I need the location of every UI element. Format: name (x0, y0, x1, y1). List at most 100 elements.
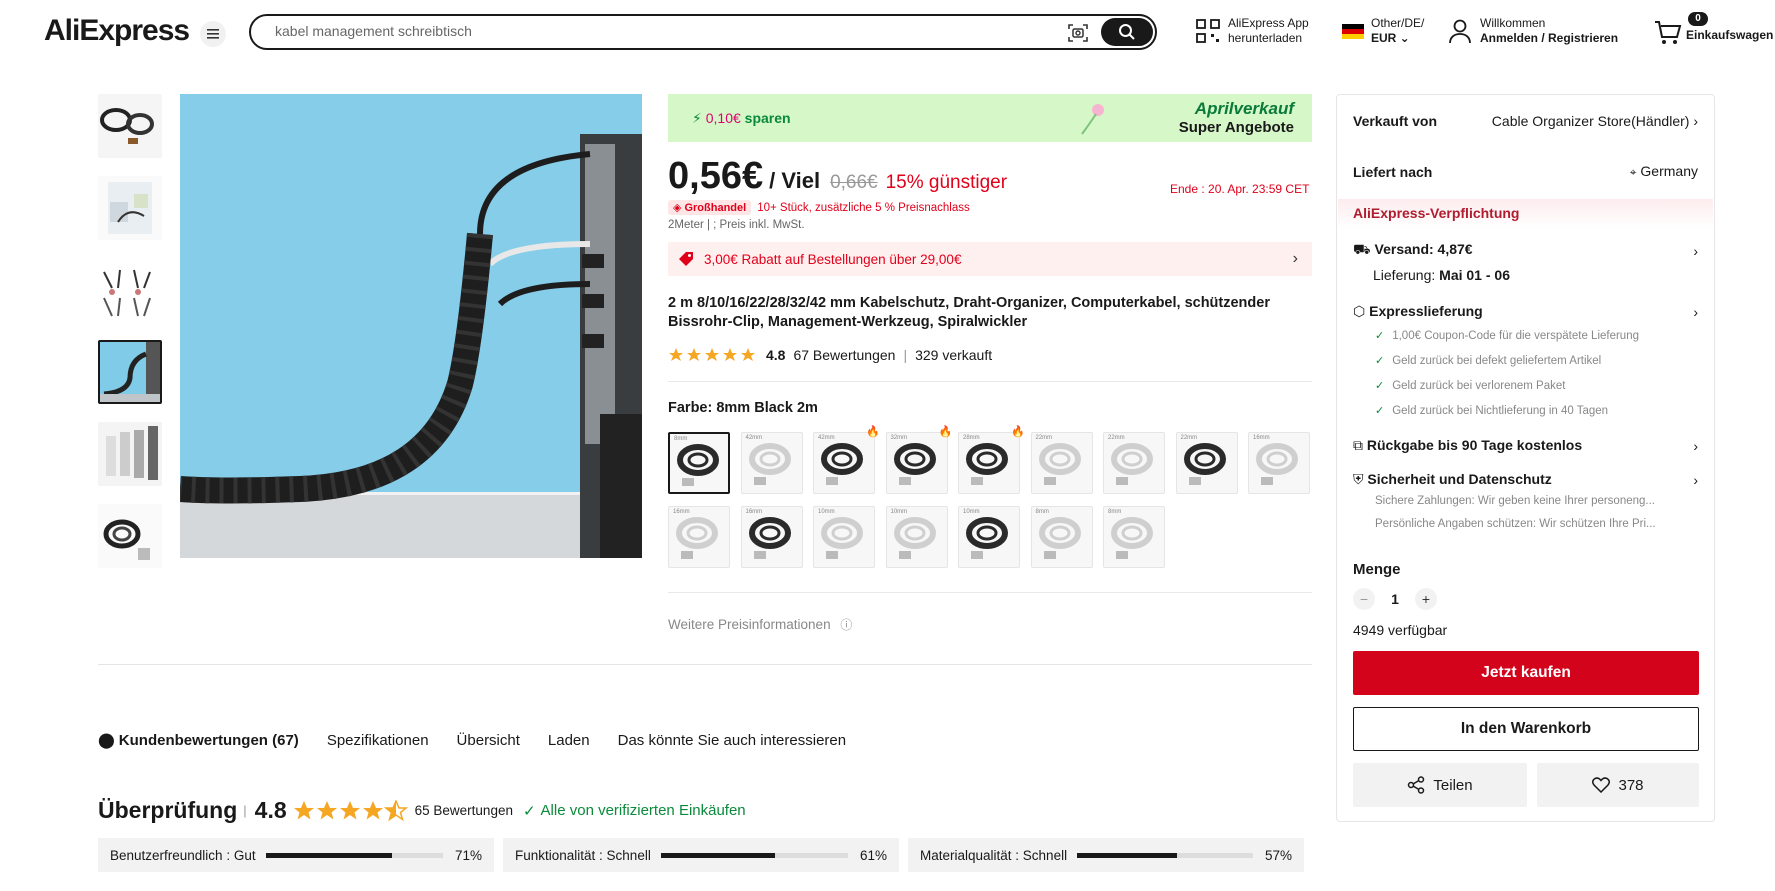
search-button[interactable] (1101, 18, 1153, 46)
variant-option[interactable]: 22mm (1030, 432, 1093, 494)
variant-option[interactable]: 28mm 🔥 (958, 426, 1025, 494)
app-download[interactable]: AliExpress App herunterladen (1196, 16, 1309, 46)
decrease-button[interactable]: − (1353, 588, 1375, 610)
tab-overview[interactable]: Übersicht (457, 731, 520, 749)
security-label: Sicherheit und Datenschutz (1367, 471, 1552, 487)
variant-option[interactable]: 16mm (668, 506, 730, 568)
security-row[interactable]: ⛨ Sicherheit und Datenschutz › (1353, 471, 1698, 488)
variant-image (748, 443, 791, 485)
variant-option[interactable]: 10mm (813, 506, 875, 568)
seller-row[interactable]: Verkauft von Cable Organizer Store(Händl… (1353, 113, 1698, 129)
variant-size-label: 42mm (745, 435, 763, 441)
sale-end-time: Ende : 20. Apr. 23:59 CET (1170, 182, 1310, 196)
hamburger-icon (207, 29, 219, 39)
search-input[interactable] (275, 23, 975, 39)
main-product-image[interactable] (180, 94, 642, 558)
wishlist-button[interactable]: 378 (1537, 763, 1699, 807)
variant-option[interactable]: 22mm (1103, 432, 1165, 494)
account-menu[interactable]: Willkommen Anmelden / Registrieren (1448, 16, 1618, 46)
metric-bar (265, 852, 443, 858)
menu-button[interactable] (200, 21, 226, 47)
lightning-icon: ⚡ (692, 109, 702, 126)
metric-fill (265, 852, 392, 858)
variant-option[interactable]: 10mm (885, 506, 948, 568)
thumbnail-1[interactable] (98, 94, 162, 158)
tab-recommendations[interactable]: Das könnte Sie auch interessieren (618, 731, 846, 749)
product-thumbnail-image (98, 94, 162, 158)
variant-size-label: 22mm (1035, 435, 1053, 441)
info-icon: ⓘ (840, 618, 853, 632)
chevron-right-icon: › (1693, 437, 1698, 454)
image-search-icon[interactable] (1067, 22, 1089, 44)
chevron-right-icon: › (1693, 113, 1698, 129)
product-thumbnail-image (98, 422, 162, 486)
hot-fire-icon: 🔥 (938, 426, 953, 438)
express-row[interactable]: ⬡ Expresslieferung › (1353, 303, 1698, 320)
quantity-value[interactable]: 1 (1375, 591, 1415, 607)
thumbnail-2[interactable] (98, 176, 162, 240)
seller-name[interactable]: Cable Organizer Store(Händler) › (1492, 113, 1698, 129)
variant-size-label: 8mm (674, 436, 688, 442)
review-count[interactable]: 67 Bewertungen (793, 347, 895, 363)
metric-fill (1077, 852, 1178, 858)
increase-button[interactable]: + (1415, 588, 1437, 610)
metric-label: Funktionalität : Schnell (515, 847, 651, 863)
variant-size-label: 8mm (1035, 509, 1049, 515)
thumbnail-3[interactable] (98, 258, 162, 322)
variant-option[interactable]: 8mm (1030, 506, 1093, 568)
variant-size-label: 22mm (1180, 435, 1198, 441)
aliexpress-logo[interactable]: AliExpress (44, 14, 190, 48)
tab-specifications[interactable]: Spezifikationen (327, 731, 429, 749)
metric-material: Materialqualität : Schnell 57% (908, 838, 1304, 872)
tab-store[interactable]: Laden (548, 731, 590, 749)
region-selector[interactable]: Other/DE/ EUR ⌄ (1342, 16, 1424, 46)
coupon-bar[interactable]: 3,00€ Rabatt auf Bestellungen über 29,00… (668, 242, 1312, 276)
variant-image (821, 517, 863, 559)
variant-option[interactable]: 16mm (740, 506, 803, 568)
share-button[interactable]: Teilen (1353, 763, 1527, 807)
variant-option[interactable]: 8mm (668, 432, 730, 494)
unit-info: 2Meter | ; Preis inkl. MwSt. (668, 219, 805, 231)
ship-to-label: Liefert nach (1353, 163, 1433, 180)
event-label: Aprilverkauf Super Angebote (1179, 99, 1294, 136)
thumbnail-4-active[interactable] (98, 340, 162, 404)
variant-option[interactable]: 10mm (958, 506, 1020, 568)
variant-size-label: 32mm (890, 435, 908, 441)
buy-now-button[interactable]: Jetzt kaufen (1353, 651, 1699, 695)
variant-option[interactable]: 32mm 🔥 (885, 426, 953, 494)
location-pin-icon: ⬤ (98, 732, 115, 749)
divider-line (668, 381, 1312, 382)
rating-row[interactable]: 4.8 67 Bewertungen | 329 verkauft (668, 347, 992, 363)
express-label: Expresslieferung (1369, 303, 1483, 319)
add-to-cart-button[interactable]: In den Warenkorb (1353, 707, 1699, 751)
cart[interactable]: 0 Einkaufswagen (1654, 12, 1773, 44)
thumbnail-5[interactable] (98, 422, 162, 486)
available-stock: 4949 verfügbar (1353, 622, 1448, 638)
returns-row[interactable]: ⧉ Rückgabe bis 90 Tage kostenlos › (1353, 437, 1698, 454)
review-stars-icon (293, 799, 408, 821)
promo-banner[interactable]: ⚡ 0,10€ sparen Aprilverkauf Super Angebo… (668, 94, 1312, 142)
variant-option[interactable]: 42mm 🔥 (813, 426, 880, 494)
ship-to-row[interactable]: Liefert nach ⌖ Germany (1353, 163, 1698, 180)
variant-option[interactable]: 16mm (1248, 432, 1310, 494)
review-heading: Überprüfung (98, 797, 238, 823)
express-shield-icon: ⬡ (1353, 303, 1366, 319)
metric-bar (1077, 852, 1253, 858)
hot-fire-icon: 🔥 (866, 426, 880, 438)
search-icon (1119, 24, 1135, 40)
ship-to-country[interactable]: ⌖ Germany (1630, 163, 1698, 180)
shipping-row[interactable]: ⛟ Versand: 4,87€ › (1353, 241, 1698, 260)
more-price-info[interactable]: Weitere Preisinformationen ⓘ (668, 616, 852, 633)
logo-text: AliExpress (44, 14, 190, 47)
heart-icon (1592, 777, 1611, 793)
flower-decoration-icon (1081, 104, 1104, 135)
thumbnail-6[interactable] (98, 504, 162, 568)
region-line1: Other/DE/ (1371, 16, 1425, 30)
tab-reviews[interactable]: ⬤ Kundenbewertungen (67) (98, 731, 299, 750)
variant-option[interactable]: 42mm (740, 432, 803, 494)
login-link[interactable]: Anmelden / Registrieren (1480, 31, 1618, 46)
variant-option[interactable]: 8mm (1103, 506, 1165, 568)
variant-option[interactable]: 22mm (1175, 432, 1238, 494)
check-icon: ✓ (1375, 405, 1385, 417)
security-item: Persönliche Angaben schützen: Wir schütz… (1375, 518, 1656, 530)
